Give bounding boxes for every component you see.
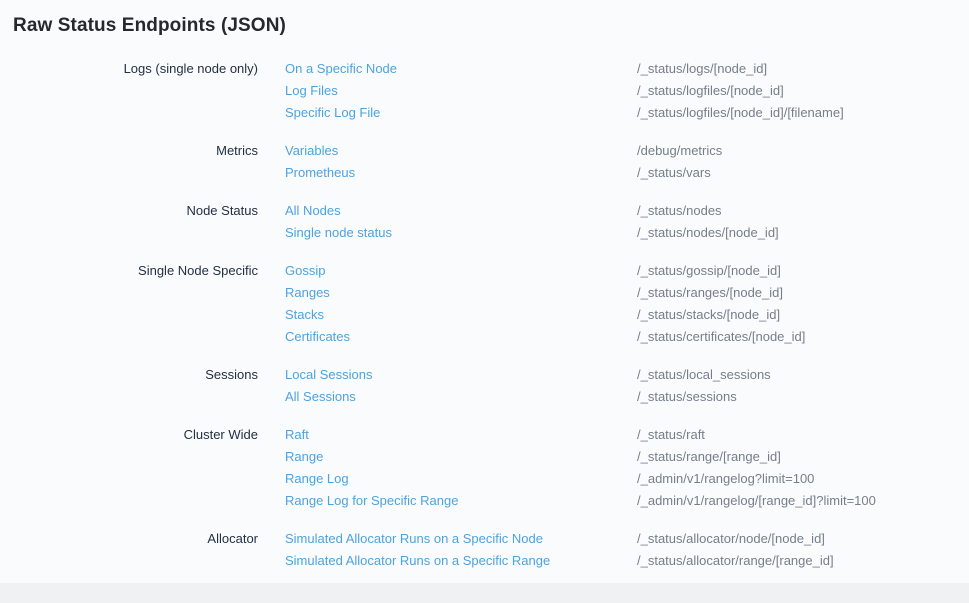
endpoint-path: /_admin/v1/rangelog/[range_id]?limit=100 [637,490,876,512]
category-label: Cluster Wide [0,424,258,446]
endpoint-path: /_status/raft [637,424,705,446]
category-label: Single Node Specific [0,260,258,282]
endpoint-row: Range Log for Specific Range /_admin/v1/… [285,490,969,512]
endpoint-path: /_status/nodes/[node_id] [637,222,779,244]
endpoint-group: Allocator Simulated Allocator Runs on a … [0,528,969,572]
endpoint-link[interactable]: Variables [285,140,637,162]
endpoint-rows: Raft /_status/raft Range /_status/range/… [285,424,969,512]
endpoint-row: Variables /debug/metrics [285,140,969,162]
endpoint-path: /_status/logfiles/[node_id]/[filename] [637,102,844,124]
endpoint-group: Node Status All Nodes /_status/nodes Sin… [0,200,969,244]
endpoint-row: Single node status /_status/nodes/[node_… [285,222,969,244]
endpoint-link[interactable]: Log Files [285,80,637,102]
endpoint-path: /_status/logs/[node_id] [637,58,767,80]
category-label: Node Status [0,200,258,222]
endpoint-rows: All Nodes /_status/nodes Single node sta… [285,200,969,244]
endpoint-row: Prometheus /_status/vars [285,162,969,184]
endpoint-link[interactable]: All Sessions [285,386,637,408]
page-title: Raw Status Endpoints (JSON) [0,0,969,37]
endpoint-row: Local Sessions /_status/local_sessions [285,364,969,386]
endpoint-row: Range /_status/range/[range_id] [285,446,969,468]
endpoint-row: Log Files /_status/logfiles/[node_id] [285,80,969,102]
endpoint-row: Range Log /_admin/v1/rangelog?limit=100 [285,468,969,490]
endpoint-link[interactable]: Ranges [285,282,637,304]
endpoint-path: /_status/allocator/node/[node_id] [637,528,825,550]
endpoint-link[interactable]: Raft [285,424,637,446]
endpoint-row: Certificates /_status/certificates/[node… [285,326,969,348]
endpoint-row: Specific Log File /_status/logfiles/[nod… [285,102,969,124]
raw-status-endpoints-page: Raw Status Endpoints (JSON) Logs (single… [0,0,969,583]
category-label: Metrics [0,140,258,162]
endpoint-path: /debug/metrics [637,140,722,162]
endpoint-link[interactable]: Simulated Allocator Runs on a Specific N… [285,528,637,550]
endpoint-path: /_status/stacks/[node_id] [637,304,780,326]
endpoint-rows: Simulated Allocator Runs on a Specific N… [285,528,969,572]
endpoint-group: Logs (single node only) On a Specific No… [0,58,969,124]
endpoint-link[interactable]: Gossip [285,260,637,282]
endpoint-path: /_status/sessions [637,386,737,408]
endpoint-groups: Logs (single node only) On a Specific No… [0,58,969,572]
endpoint-row: All Nodes /_status/nodes [285,200,969,222]
endpoint-link[interactable]: Stacks [285,304,637,326]
endpoint-path: /_status/ranges/[node_id] [637,282,783,304]
endpoint-link[interactable]: Specific Log File [285,102,637,124]
category-label: Allocator [0,528,258,550]
endpoint-row: On a Specific Node /_status/logs/[node_i… [285,58,969,80]
endpoint-link[interactable]: Range Log [285,468,637,490]
endpoint-path: /_status/local_sessions [637,364,771,386]
endpoint-path: /_status/certificates/[node_id] [637,326,805,348]
endpoint-link[interactable]: All Nodes [285,200,637,222]
endpoint-row: Gossip /_status/gossip/[node_id] [285,260,969,282]
endpoint-row: Simulated Allocator Runs on a Specific N… [285,528,969,550]
endpoint-row: Raft /_status/raft [285,424,969,446]
endpoint-group: Cluster Wide Raft /_status/raft Range /_… [0,424,969,512]
endpoint-path: /_status/gossip/[node_id] [637,260,781,282]
endpoint-path: /_status/range/[range_id] [637,446,781,468]
endpoint-path: /_status/vars [637,162,711,184]
category-label: Logs (single node only) [0,58,258,80]
endpoint-path: /_status/nodes [637,200,722,222]
endpoint-link[interactable]: On a Specific Node [285,58,637,80]
endpoint-group: Sessions Local Sessions /_status/local_s… [0,364,969,408]
endpoint-path: /_status/logfiles/[node_id] [637,80,784,102]
endpoint-link[interactable]: Certificates [285,326,637,348]
endpoint-link[interactable]: Range Log for Specific Range [285,490,637,512]
endpoint-link[interactable]: Prometheus [285,162,637,184]
endpoint-row: Ranges /_status/ranges/[node_id] [285,282,969,304]
endpoint-rows: Gossip /_status/gossip/[node_id] Ranges … [285,260,969,348]
endpoint-rows: Local Sessions /_status/local_sessions A… [285,364,969,408]
endpoint-path: /_status/allocator/range/[range_id] [637,550,834,572]
endpoint-row: Simulated Allocator Runs on a Specific R… [285,550,969,572]
endpoint-rows: On a Specific Node /_status/logs/[node_i… [285,58,969,124]
category-label: Sessions [0,364,258,386]
endpoint-link[interactable]: Local Sessions [285,364,637,386]
endpoint-link[interactable]: Simulated Allocator Runs on a Specific R… [285,550,637,572]
endpoint-link[interactable]: Range [285,446,637,468]
endpoint-path: /_admin/v1/rangelog?limit=100 [637,468,814,490]
endpoint-group: Metrics Variables /debug/metrics Prometh… [0,140,969,184]
endpoint-group: Single Node Specific Gossip /_status/gos… [0,260,969,348]
page-bottom-strip [0,583,969,603]
endpoint-row: Stacks /_status/stacks/[node_id] [285,304,969,326]
endpoint-link[interactable]: Single node status [285,222,637,244]
endpoint-row: All Sessions /_status/sessions [285,386,969,408]
endpoint-rows: Variables /debug/metrics Prometheus /_st… [285,140,969,184]
